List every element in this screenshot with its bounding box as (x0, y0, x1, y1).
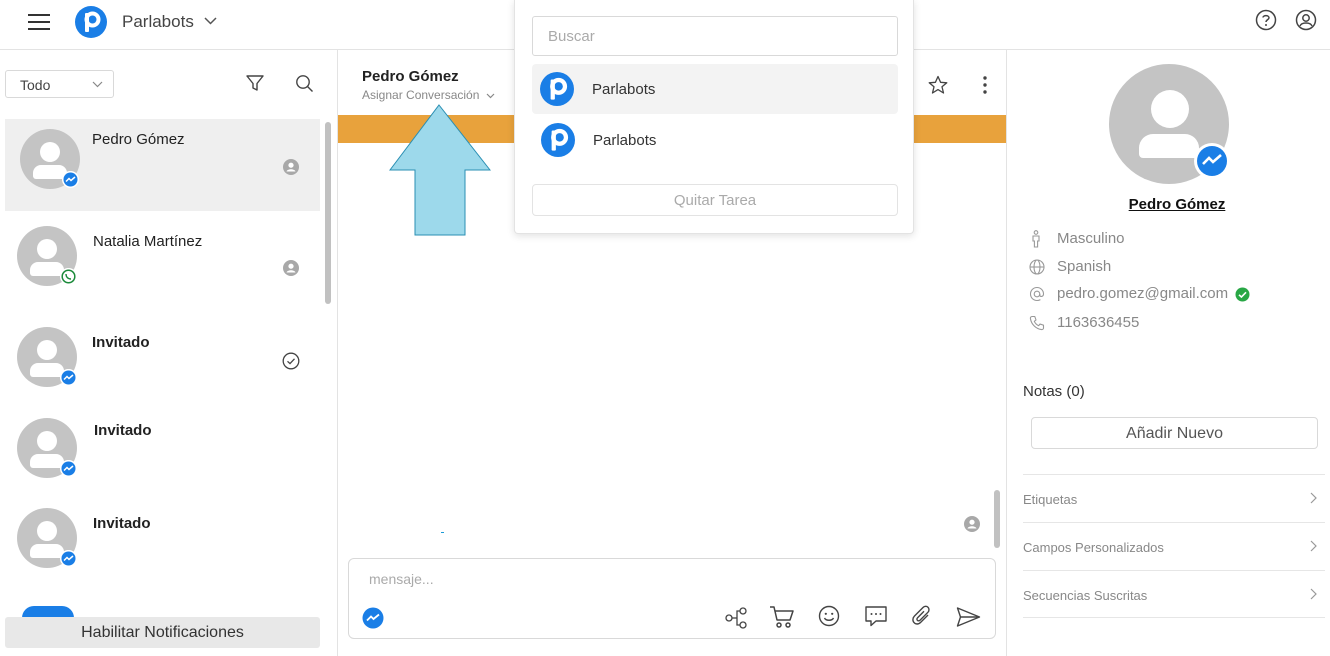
menu-icon[interactable] (28, 13, 50, 31)
person-icon (1032, 230, 1040, 248)
add-note-button[interactable]: Añadir Nuevo (1031, 417, 1318, 449)
conversation-list-panel: Todo Pedro Gómez Natalia Martínez Invita… (0, 50, 338, 656)
message-composer: mensaje... (348, 558, 996, 639)
parlabots-logo-icon (540, 72, 574, 106)
chevron-right-icon (1310, 492, 1317, 504)
message-input[interactable]: mensaje... (369, 571, 434, 587)
pointer-arrow-annotation (389, 104, 491, 236)
assign-conversation-dropdown[interactable]: Asignar Conversación (362, 88, 495, 102)
messenger-icon (1194, 143, 1230, 179)
remove-task-button[interactable]: Quitar Tarea (532, 184, 898, 216)
assign-conversation-label: Asignar Conversación (362, 88, 480, 102)
more-options-icon[interactable] (982, 75, 988, 95)
conversation-name: Pedro Gómez (92, 131, 185, 148)
assign-dropdown-menu: Buscar Parlabots Parlabots Quitar Tarea (514, 0, 914, 234)
conversation-list-scrollbar[interactable] (325, 122, 331, 304)
user-icon (283, 260, 299, 276)
contact-email: pedro.gomez@gmail.com (1057, 285, 1229, 302)
subscribed-sequences-section[interactable]: Secuencias Suscritas (1023, 570, 1325, 618)
messenger-icon (60, 460, 77, 477)
emoji-icon[interactable] (818, 605, 840, 627)
tags-section[interactable]: Etiquetas (1023, 474, 1325, 522)
section-label: Secuencias Suscritas (1023, 588, 1148, 603)
send-icon[interactable] (956, 606, 981, 628)
help-icon[interactable] (1255, 9, 1277, 31)
conversation-name: Invitado (94, 422, 152, 439)
enable-notifications-button[interactable]: Habilitar Notificaciones (5, 617, 320, 648)
filter-select-value: Todo (20, 77, 51, 93)
filter-select[interactable]: Todo (5, 70, 114, 98)
account-icon[interactable] (1295, 9, 1317, 31)
messenger-icon (60, 369, 77, 386)
messenger-icon[interactable] (362, 607, 384, 629)
contact-language: Spanish (1057, 258, 1112, 275)
search-icon[interactable] (295, 74, 314, 93)
section-label: Etiquetas (1023, 492, 1078, 507)
messenger-icon (60, 550, 77, 567)
cart-icon[interactable] (769, 605, 795, 629)
chat-scrollbar[interactable] (994, 490, 1000, 548)
conversation-item[interactable]: Natalia Martínez (5, 216, 320, 308)
user-icon (283, 159, 299, 175)
conversation-name: Invitado (92, 334, 150, 351)
conversation-item[interactable]: Pedro Gómez (5, 119, 320, 211)
user-icon (964, 516, 980, 532)
assign-option[interactable]: Parlabots (532, 115, 898, 165)
chevron-down-icon[interactable] (204, 16, 217, 26)
chevron-right-icon (1310, 588, 1317, 600)
chevron-down-icon (92, 81, 103, 88)
conversation-item[interactable]: Invitado (5, 408, 320, 500)
assign-search-placeholder: Buscar (548, 28, 595, 45)
at-icon (1029, 286, 1045, 302)
attachment-icon[interactable] (911, 604, 933, 629)
filter-icon[interactable] (246, 75, 264, 92)
conversation-name: Invitado (93, 515, 151, 532)
conversation-item[interactable]: Invitado (5, 317, 320, 409)
contact-profile-name[interactable]: Pedro Gómez (1007, 196, 1330, 213)
messenger-icon (62, 171, 79, 188)
globe-icon (1029, 259, 1045, 275)
parlabots-logo-icon (541, 123, 575, 157)
contact-details-panel: Pedro Gómez Masculino Spanish pedro.gome… (1006, 50, 1330, 656)
message-fragment (441, 532, 444, 533)
assign-search-input[interactable]: Buscar (532, 16, 898, 56)
conversation-name: Natalia Martínez (93, 233, 203, 250)
chat-contact-name: Pedro Gómez (362, 68, 459, 85)
quick-reply-icon[interactable] (864, 605, 888, 628)
contact-gender: Masculino (1057, 230, 1125, 247)
verified-icon (1235, 287, 1250, 302)
conversation-item[interactable]: Invitado (5, 498, 320, 590)
notes-label: Notas (0) (1023, 383, 1085, 400)
custom-fields-section[interactable]: Campos Personalizados (1023, 522, 1325, 570)
section-label: Campos Personalizados (1023, 540, 1164, 555)
chevron-right-icon (1310, 540, 1317, 552)
assign-option[interactable]: Parlabots (532, 64, 898, 114)
phone-icon (1029, 315, 1045, 331)
star-icon[interactable] (928, 75, 948, 95)
assign-option-label: Parlabots (593, 132, 657, 149)
parlabots-logo-icon (75, 6, 107, 38)
chevron-down-icon (486, 93, 495, 99)
share-flow-icon[interactable] (724, 607, 748, 629)
brand-name[interactable]: Parlabots (122, 12, 194, 32)
whatsapp-icon (60, 268, 77, 285)
assign-option-label: Parlabots (592, 81, 656, 98)
contact-phone: 1163636455 (1057, 314, 1140, 331)
check-circle-icon (282, 352, 300, 370)
